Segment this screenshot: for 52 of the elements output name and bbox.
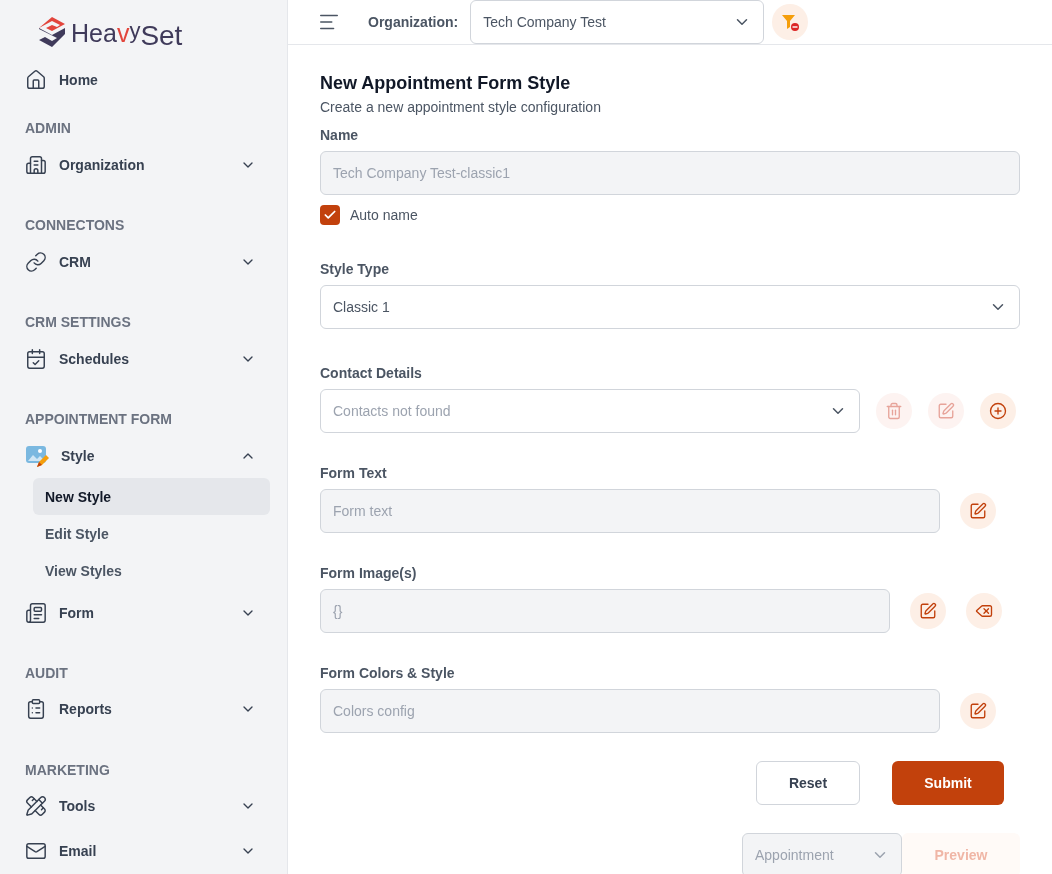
nav-subitem[interactable]: New Style <box>33 478 270 516</box>
nav-group[interactable]: Tools <box>59 798 228 815</box>
edit-icon <box>919 602 937 620</box>
backspace-icon <box>975 602 993 620</box>
image-pencil-icon <box>25 443 49 468</box>
field-label: Contact Details <box>320 364 423 383</box>
field-label: Name <box>320 126 360 145</box>
section-heading: CRM SETTINGS <box>25 313 132 333</box>
newspaper-icon <box>25 601 47 624</box>
clipboard-icon <box>25 698 47 721</box>
section-heading: AUDIT <box>25 663 69 683</box>
nav-group[interactable]: CRM <box>59 253 228 270</box>
page-title: New Appointment Form Style <box>320 72 572 95</box>
plus-circle-icon <box>989 402 1007 420</box>
chain-link-icon <box>25 250 47 273</box>
nav-subitem[interactable]: Edit Style <box>33 515 270 553</box>
nav-group[interactable]: Organization <box>59 157 228 174</box>
organization-label: Organization: <box>368 14 459 30</box>
nav-group[interactable]: Style <box>61 447 228 464</box>
filter-button[interactable] <box>772 4 809 40</box>
funnel-remove-icon <box>780 12 801 32</box>
check-icon <box>323 208 337 222</box>
section-heading: MARKETING <box>25 760 111 780</box>
section-heading: APPOINTMENT FORM <box>25 410 173 429</box>
trash-icon <box>885 402 903 420</box>
nav-group[interactable]: Email <box>59 843 228 860</box>
field-label: Form Image(s) <box>320 564 418 583</box>
submit-button[interactable]: Submit <box>892 761 1004 805</box>
checkbox-label: Auto name <box>350 207 418 223</box>
edit-icon <box>937 402 955 420</box>
nav-link[interactable]: Home <box>59 71 270 88</box>
organization-select[interactable]: Tech Company Test <box>470 0 765 44</box>
edit-icon <box>969 502 987 520</box>
edit-icon <box>969 702 987 720</box>
logo-mark <box>37 15 67 48</box>
field-label: Style Type <box>320 260 390 279</box>
calendar-check-icon <box>25 347 47 370</box>
nav-subitem[interactable]: View Styles <box>33 552 270 590</box>
nav-group[interactable]: Reports <box>59 701 228 718</box>
add-button[interactable] <box>980 393 1016 429</box>
building-icon <box>25 154 47 177</box>
pencil-ruler-icon <box>25 795 47 818</box>
section-heading: ADMIN <box>25 119 72 139</box>
reset-button[interactable]: Reset <box>756 761 860 805</box>
nav-group[interactable]: Form <box>59 604 228 621</box>
field-label: Form Colors & Style <box>320 664 456 683</box>
select-field[interactable]: Classic 1 <box>320 285 1020 329</box>
section-heading: CONNECTONS <box>25 216 126 236</box>
field-label: Form Text <box>320 464 388 483</box>
page-subtitle: Create a new appointment style configuration <box>320 98 602 117</box>
home-icon <box>25 68 47 91</box>
nav-group[interactable]: Schedules <box>59 350 228 367</box>
